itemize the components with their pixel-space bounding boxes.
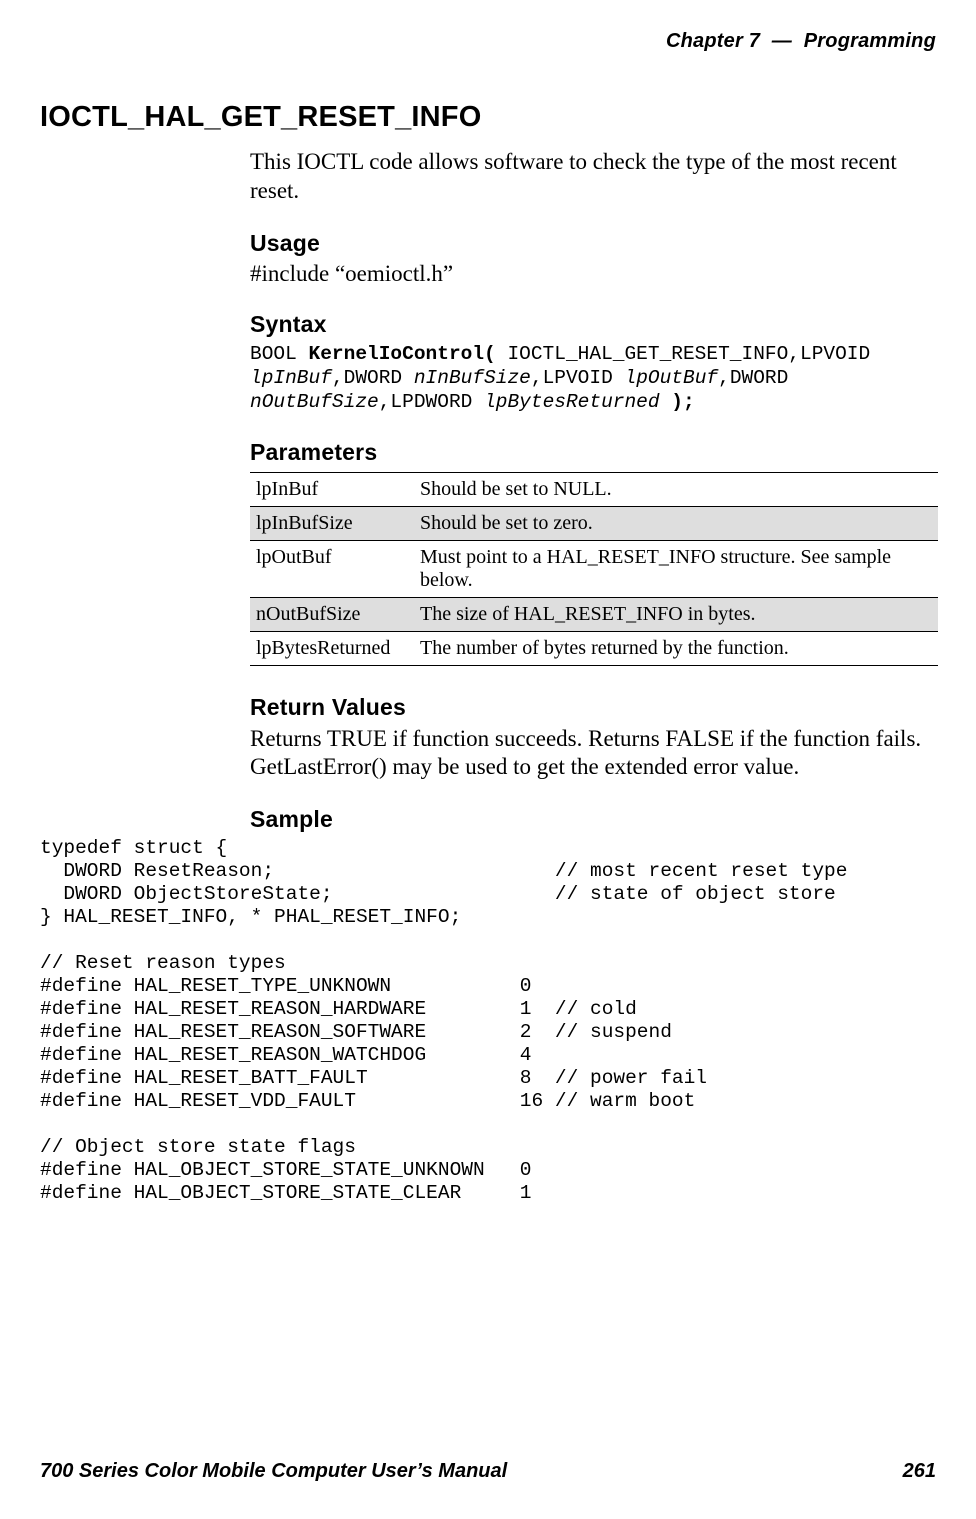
syntax-p5a: ,LPDWORD (379, 391, 484, 413)
param-name: lpInBufSize (250, 506, 414, 540)
syntax-p1a: IOCTL_HAL_GET_RESET_INFO,LPVOID (507, 343, 870, 365)
syntax-p4b: nOutBufSize (250, 391, 379, 413)
syntax-block: BOOL KernelIoControl( IOCTL_HAL_GET_RESE… (250, 342, 936, 415)
chapter-topic: Programming (804, 30, 936, 52)
return-values-text: Returns TRUE if function succeeds. Retur… (250, 725, 936, 783)
sample-heading: Sample (250, 806, 936, 833)
running-header: Chapter 7 — Programming (40, 30, 936, 53)
syntax-end: ); (660, 391, 695, 413)
syntax-p2a: ,DWORD (332, 367, 414, 389)
usage-include: #include “oemioctl.h” (250, 261, 936, 287)
parameters-table: lpInBuf Should be set to NULL. lpInBufSi… (250, 472, 938, 666)
return-values-heading: Return Values (250, 694, 936, 721)
syntax-fn: KernelIoControl( (309, 343, 508, 365)
syntax-p4a: ,DWORD (718, 367, 788, 389)
param-name: lpOutBuf (250, 540, 414, 597)
syntax-ret: BOOL (250, 343, 309, 365)
param-desc: The size of HAL_RESET_INFO in bytes. (414, 597, 938, 631)
parameters-heading: Parameters (250, 439, 936, 466)
page-footer: 700 Series Color Mobile Computer User’s … (40, 1460, 936, 1483)
table-row: lpInBuf Should be set to NULL. (250, 472, 938, 506)
table-row: lpBytesReturned The number of bytes retu… (250, 631, 938, 665)
syntax-p2b: nInBufSize (414, 367, 531, 389)
param-name: nOutBufSize (250, 597, 414, 631)
page-number: 261 (903, 1460, 936, 1483)
chapter-number: 7 (749, 30, 760, 52)
syntax-p3b: lpOutBuf (625, 367, 719, 389)
syntax-p1b: lpInBuf (250, 367, 332, 389)
page-title: IOCTL_HAL_GET_RESET_INFO (40, 101, 936, 134)
manual-title: 700 Series Color Mobile Computer User’s … (40, 1460, 507, 1483)
usage-heading: Usage (250, 230, 936, 257)
table-row: lpOutBuf Must point to a HAL_RESET_INFO … (250, 540, 938, 597)
param-desc: The number of bytes returned by the func… (414, 631, 938, 665)
param-desc: Must point to a HAL_RESET_INFO structure… (414, 540, 938, 597)
param-name: lpBytesReturned (250, 631, 414, 665)
intro-paragraph: This IOCTL code allows software to check… (250, 148, 936, 206)
syntax-p3a: ,LPVOID (531, 367, 625, 389)
param-name: lpInBuf (250, 472, 414, 506)
syntax-p5b: lpBytesReturned (484, 391, 660, 413)
param-desc: Should be set to NULL. (414, 472, 938, 506)
header-separator: — (772, 30, 792, 52)
chapter-label: Chapter (666, 30, 743, 52)
table-row: nOutBufSize The size of HAL_RESET_INFO i… (250, 597, 938, 631)
syntax-heading: Syntax (250, 311, 936, 338)
param-desc: Should be set to zero. (414, 506, 938, 540)
sample-code: typedef struct { DWORD ResetReason; // m… (40, 837, 936, 1205)
table-row: lpInBufSize Should be set to zero. (250, 506, 938, 540)
